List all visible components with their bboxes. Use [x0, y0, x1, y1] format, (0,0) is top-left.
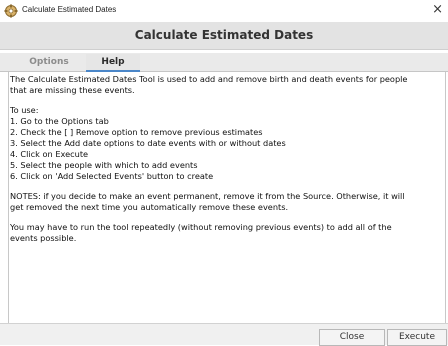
window-titlebar: Calculate Estimated Dates ×	[0, 0, 448, 22]
help-text: The Calculate Estimated Dates Tool is us…	[9, 72, 445, 244]
help-step: 3. Select the Add date options to date e…	[10, 138, 286, 148]
page-title: Calculate Estimated Dates	[134, 28, 314, 42]
help-step: 5. Select the people with which to add e…	[10, 160, 198, 170]
help-step: 6. Click on 'Add Selected Events' button…	[10, 171, 214, 181]
close-icon[interactable]: ×	[432, 2, 443, 18]
help-step: 2. Check the [ ] Remove option to remove…	[10, 127, 263, 137]
dialog-footer: Close Execute	[0, 323, 448, 346]
help-panel: The Calculate Estimated Dates Tool is us…	[8, 72, 446, 323]
help-repeat-line: events possible.	[10, 233, 77, 243]
help-notes-line: NOTES: if you decide to make an event pe…	[10, 191, 405, 201]
help-notes-line: get removed the next time you automatica…	[10, 202, 289, 212]
tab-bar: Options Help	[0, 53, 448, 72]
tab-options[interactable]: Options	[22, 54, 76, 70]
help-repeat-line: You may have to run the tool repeatedly …	[10, 222, 392, 232]
help-step: 4. Click on Execute	[10, 149, 89, 159]
help-intro-line: The Calculate Estimated Dates Tool is us…	[10, 74, 408, 84]
window-title: Calculate Estimated Dates	[22, 5, 117, 14]
close-button[interactable]: Close	[319, 329, 385, 346]
to-use-heading: To use:	[10, 105, 39, 115]
gramps-tool-icon	[4, 4, 18, 18]
execute-button[interactable]: Execute	[387, 329, 447, 346]
help-step: 1. Go to the Options tab	[10, 116, 109, 126]
dialog-header: Calculate Estimated Dates	[0, 22, 448, 50]
help-intro-line: that are missing these events.	[10, 85, 135, 95]
tab-help[interactable]: Help	[86, 54, 140, 72]
